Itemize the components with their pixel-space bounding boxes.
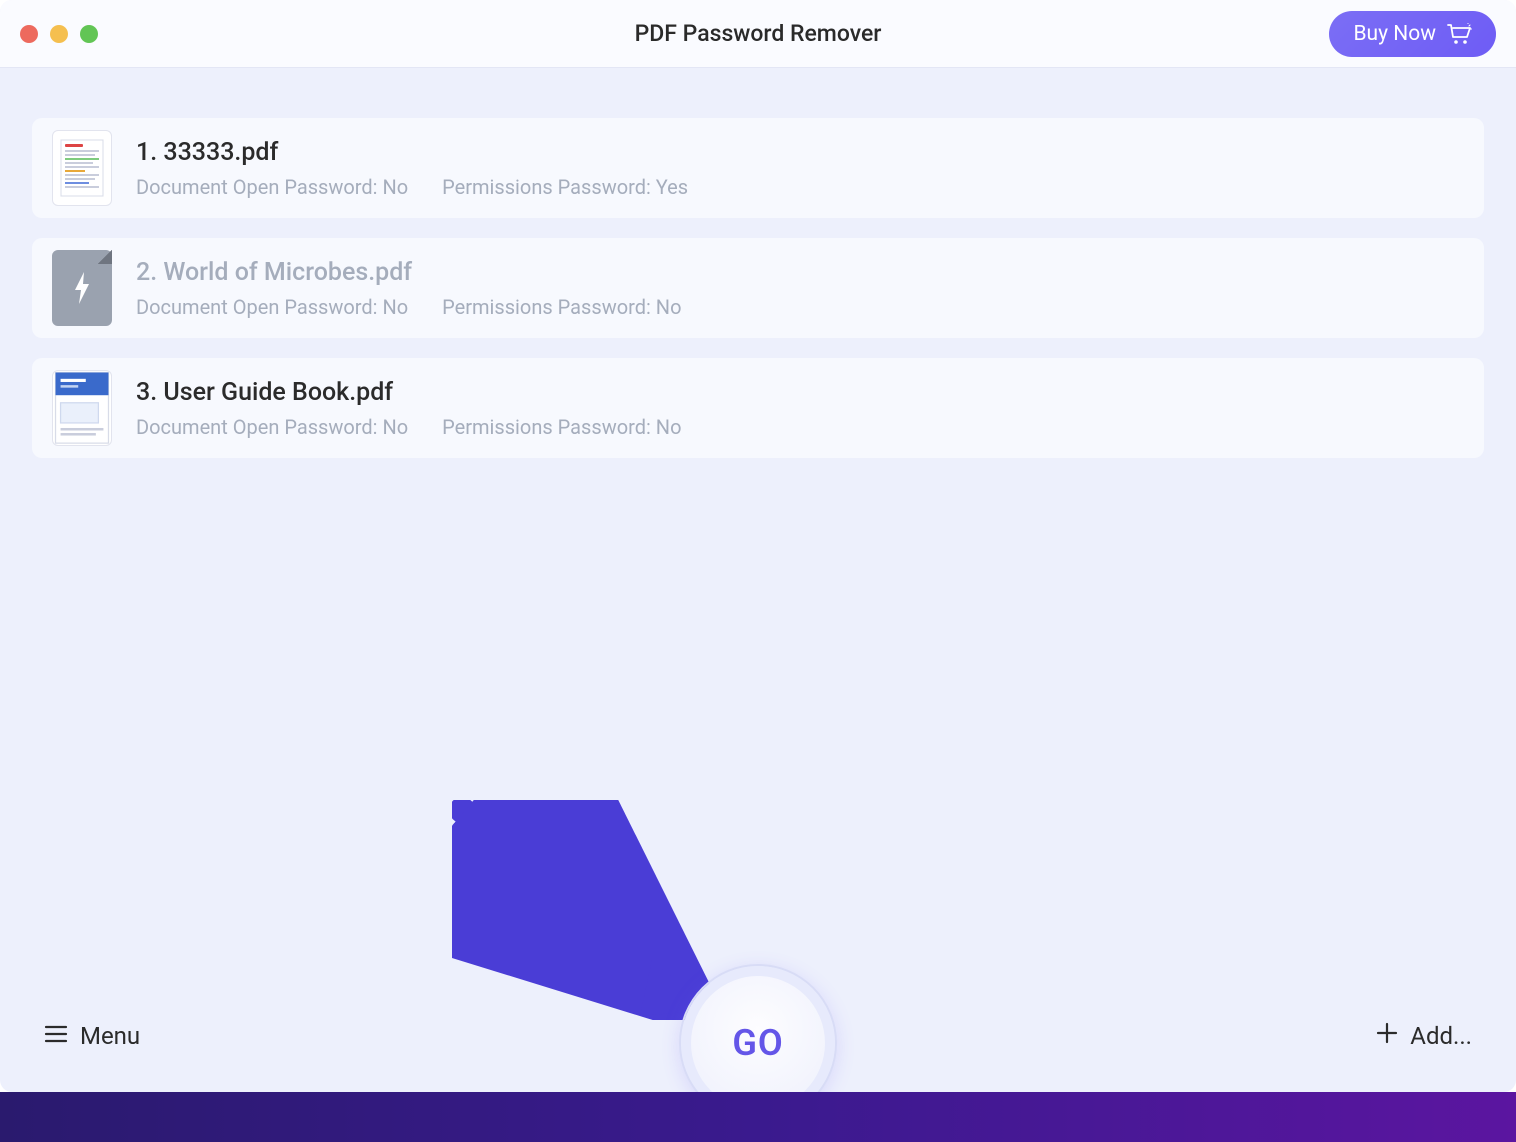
app-title: PDF Password Remover	[635, 20, 882, 47]
file-name: 3. User Guide Book.pdf	[136, 378, 681, 407]
file-thumbnail-icon	[52, 250, 112, 326]
add-label: Add...	[1410, 1022, 1472, 1050]
cart-icon	[1446, 23, 1472, 45]
file-info: 3. User Guide Book.pdf Document Open Pas…	[136, 378, 681, 439]
doc-open-password: Document Open Password: No	[136, 415, 408, 439]
plus-icon	[1376, 1022, 1398, 1050]
bottom-toolbar: Menu GO Add...	[0, 980, 1516, 1092]
add-button[interactable]: Add...	[1376, 1022, 1472, 1050]
doc-open-password: Document Open Password: No	[136, 175, 408, 199]
buy-now-label: Buy Now	[1353, 22, 1436, 46]
file-meta: Document Open Password: No Permissions P…	[136, 415, 681, 439]
menu-label: Menu	[80, 1022, 140, 1050]
hamburger-icon	[44, 1022, 68, 1050]
file-info: 1. 33333.pdf Document Open Password: No …	[136, 138, 688, 199]
menu-button[interactable]: Menu	[44, 1022, 140, 1050]
file-row[interactable]: 2. World of Microbes.pdf Document Open P…	[32, 238, 1484, 338]
file-name: 1. 33333.pdf	[136, 138, 688, 167]
file-thumbnail-icon	[52, 370, 112, 446]
file-row[interactable]: 3. User Guide Book.pdf Document Open Pas…	[32, 358, 1484, 458]
file-list: 1. 33333.pdf Document Open Password: No …	[0, 68, 1516, 980]
maximize-window-button[interactable]	[80, 25, 98, 43]
file-info: 2. World of Microbes.pdf Document Open P…	[136, 258, 681, 319]
window-controls	[20, 25, 98, 43]
app-window: PDF Password Remover Buy Now	[0, 0, 1516, 1092]
file-meta: Document Open Password: No Permissions P…	[136, 295, 681, 319]
file-name: 2. World of Microbes.pdf	[136, 258, 681, 287]
doc-open-password: Document Open Password: No	[136, 295, 408, 319]
file-meta: Document Open Password: No Permissions P…	[136, 175, 688, 199]
go-label: GO	[732, 1022, 783, 1064]
permissions-password: Permissions Password: Yes	[442, 175, 688, 199]
go-button[interactable]: GO	[681, 966, 835, 1092]
buy-now-button[interactable]: Buy Now	[1329, 11, 1496, 57]
titlebar: PDF Password Remover Buy Now	[0, 0, 1516, 68]
minimize-window-button[interactable]	[50, 25, 68, 43]
desktop-background-strip	[0, 1092, 1516, 1142]
close-window-button[interactable]	[20, 25, 38, 43]
file-thumbnail-icon	[52, 130, 112, 206]
file-row[interactable]: 1. 33333.pdf Document Open Password: No …	[32, 118, 1484, 218]
permissions-password: Permissions Password: No	[442, 295, 681, 319]
permissions-password: Permissions Password: No	[442, 415, 681, 439]
